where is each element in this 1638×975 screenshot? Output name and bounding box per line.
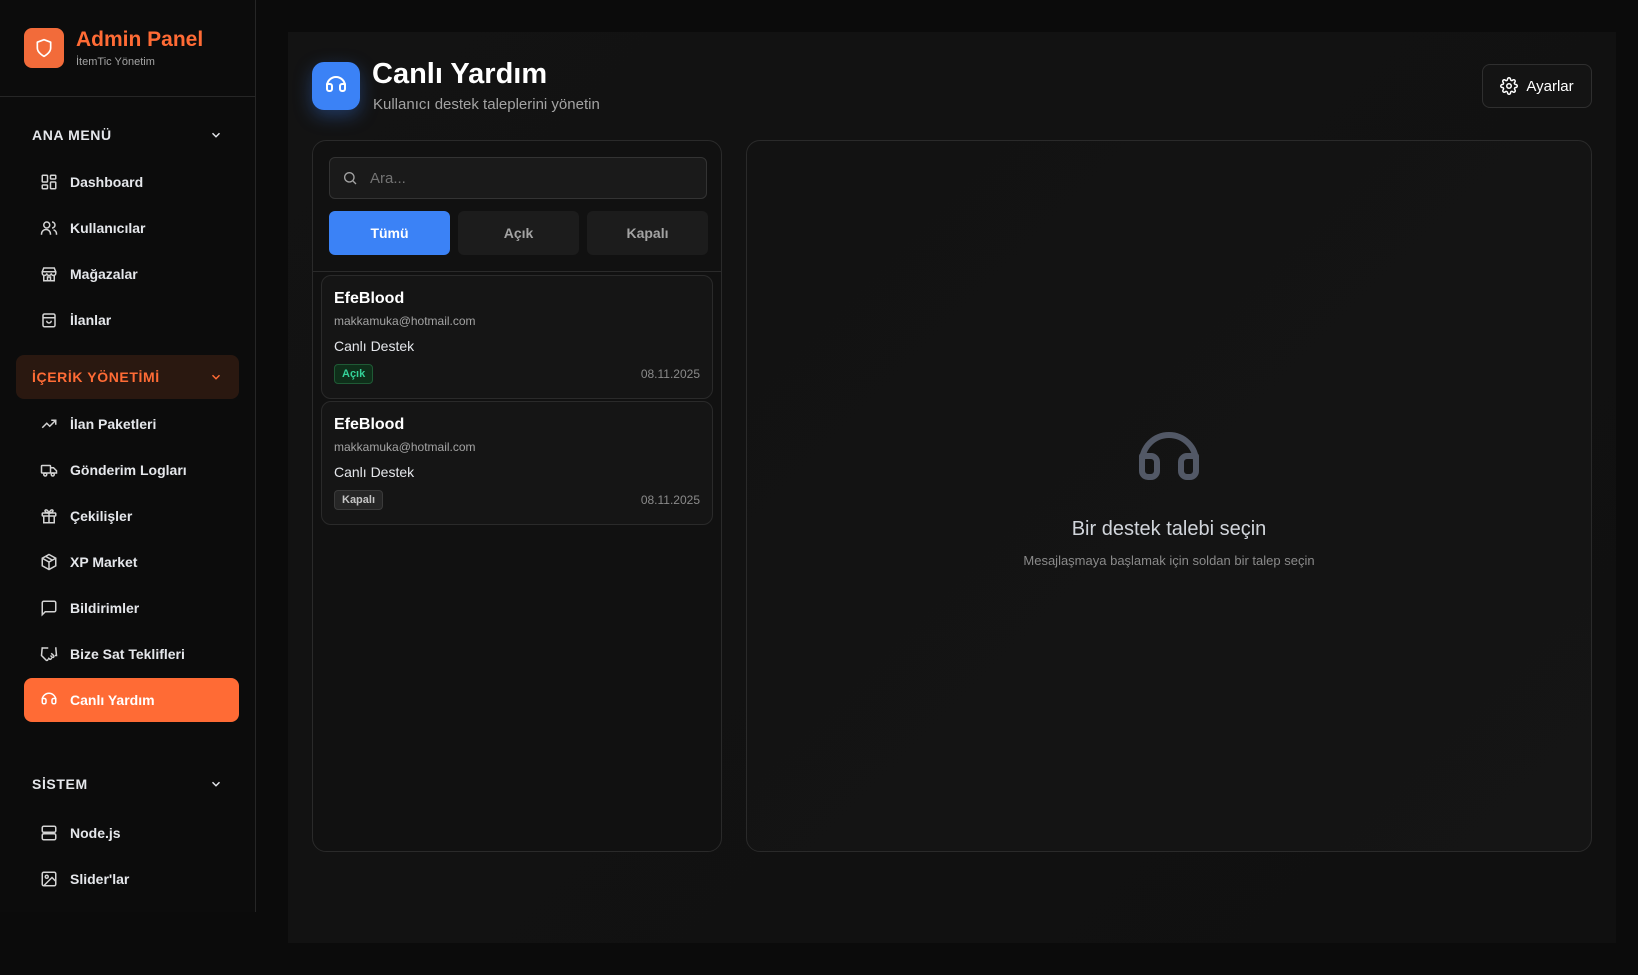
- sidebar-item-canli-yardim[interactable]: Canlı Yardım: [24, 678, 239, 722]
- sidebar-item-sliders[interactable]: Slider'lar: [24, 857, 239, 901]
- sidebar-item-dashboard[interactable]: Dashboard: [24, 160, 239, 204]
- filter-open-button[interactable]: Açık: [458, 211, 579, 255]
- gear-icon: [1500, 77, 1519, 95]
- main-content: Canlı Yardım Kullanıcı destek taleplerin…: [288, 32, 1616, 943]
- server-icon: [41, 825, 57, 841]
- sidebar-item-label: Bildirimler: [70, 600, 140, 616]
- dashboard-icon: [41, 174, 57, 190]
- handshake-icon: [40, 647, 58, 662]
- settings-button-label: Ayarlar: [1526, 77, 1574, 95]
- sidebar-item-label: XP Market: [70, 554, 138, 570]
- sidebar-item-kullanicilar[interactable]: Kullanıcılar: [24, 206, 239, 250]
- ticket-subject: Canlı Destek: [334, 338, 415, 354]
- section-ana-menu[interactable]: ANA MENÜ: [16, 113, 239, 157]
- truck-icon: [40, 464, 58, 477]
- brand-title: Admin Panel: [76, 28, 204, 52]
- sidebar-item-nodejs[interactable]: Node.js: [24, 811, 239, 855]
- sidebar-item-ilan-paketleri[interactable]: İlan Paketleri: [24, 402, 239, 446]
- store-icon: [41, 267, 57, 282]
- sidebar-item-label: Dashboard: [70, 174, 144, 190]
- sidebar-item-label: Çekilişler: [70, 508, 133, 524]
- search-input[interactable]: [370, 169, 690, 187]
- empty-state: Bir destek talebi seçin Mesajlaşmaya baş…: [747, 426, 1591, 568]
- search-box: [329, 157, 707, 199]
- ticket-user-name: EfeBlood: [334, 290, 405, 307]
- ticket-list-panel: Tümü Açık Kapalı EfeBlood makkamuka@hotm…: [312, 140, 722, 852]
- trending-up-icon: [41, 419, 57, 429]
- ticket-detail-panel: Bir destek talebi seçin Mesajlaşmaya baş…: [746, 140, 1592, 852]
- ticket-subject: Canlı Destek: [334, 464, 415, 480]
- status-filters: Tümü Açık Kapalı: [329, 211, 708, 255]
- chevron-down-icon: [211, 374, 221, 380]
- gift-icon: [41, 509, 57, 524]
- sidebar-item-magazalar[interactable]: Mağazalar: [24, 252, 239, 296]
- ticket-card[interactable]: EfeBlood makkamuka@hotmail.com Canlı Des…: [321, 275, 713, 399]
- ticket-user-name: EfeBlood: [334, 416, 405, 433]
- sidebar-item-label: İlanlar: [70, 312, 112, 328]
- section-title: SİSTEM: [32, 776, 88, 792]
- page-title: Canlı Yardım: [372, 58, 548, 90]
- chevron-down-icon: [211, 132, 221, 138]
- settings-button[interactable]: Ayarlar: [1482, 64, 1592, 108]
- filter-closed-button[interactable]: Kapalı: [587, 211, 708, 255]
- filter-all-button[interactable]: Tümü: [329, 211, 450, 255]
- headphones-icon: [41, 692, 57, 705]
- sidebar-item-bildirimler[interactable]: Bildirimler: [24, 586, 239, 630]
- shield-icon: [24, 28, 64, 68]
- ticket-user-email: makkamuka@hotmail.com: [334, 440, 476, 454]
- section-icerik-yonetimi[interactable]: İÇERİK YÖNETİMİ: [16, 355, 239, 399]
- sidebar-item-label: Slider'lar: [70, 871, 130, 887]
- section-title: İÇERİK YÖNETİMİ: [32, 369, 160, 385]
- headphones-icon: [1139, 432, 1199, 480]
- sidebar-item-bize-sat-teklifleri[interactable]: Bize Sat Teklifleri: [24, 632, 239, 676]
- sidebar-item-label: İlan Paketleri: [70, 416, 157, 432]
- sidebar-item-label: Canlı Yardım: [70, 692, 155, 708]
- sidebar: Admin Panel İtemTic Yönetim ANA MENÜ Das…: [0, 0, 256, 912]
- divider: [313, 271, 721, 272]
- ticket-card[interactable]: EfeBlood makkamuka@hotmail.com Canlı Des…: [321, 401, 713, 525]
- sidebar-item-ilanlar[interactable]: İlanlar: [24, 298, 239, 342]
- empty-state-subtitle: Mesajlaşmaya başlamak için soldan bir ta…: [1023, 553, 1315, 568]
- sidebar-item-label: Kullanıcılar: [70, 220, 146, 236]
- sidebar-item-label: Node.js: [70, 825, 121, 841]
- ticket-date: 08.11.2025: [640, 367, 700, 381]
- section-title: ANA MENÜ: [32, 127, 112, 143]
- message-square-icon: [41, 600, 57, 617]
- search-icon: [344, 172, 357, 185]
- brand: Admin Panel İtemTic Yönetim: [0, 0, 255, 97]
- sidebar-item-label: Gönderim Logları: [70, 462, 187, 478]
- brand-subtitle: İtemTic Yönetim: [76, 55, 155, 68]
- image-icon: [41, 871, 57, 887]
- package-icon: [41, 553, 57, 571]
- ticket-user-email: makkamuka@hotmail.com: [334, 314, 476, 328]
- headphones-icon: [312, 62, 360, 110]
- sidebar-item-label: Bize Sat Teklifleri: [70, 646, 185, 662]
- chevron-down-icon: [211, 781, 221, 787]
- users-icon: [40, 221, 58, 235]
- sidebar-item-cekilisler[interactable]: Çekilişler: [24, 494, 239, 538]
- page-subtitle: Kullanıcı destek taleplerini yönetin: [373, 96, 600, 113]
- sidebar-item-gonderim-loglari[interactable]: Gönderim Logları: [24, 448, 239, 492]
- section-sistem[interactable]: SİSTEM: [16, 762, 239, 806]
- sidebar-item-xp-market[interactable]: XP Market: [24, 540, 239, 584]
- shopping-bag-icon: [42, 313, 56, 328]
- status-badge: Açık: [334, 364, 374, 384]
- sidebar-item-label: Mağazalar: [70, 266, 138, 282]
- ticket-date: 08.11.2025: [640, 493, 700, 507]
- status-badge: Kapalı: [334, 490, 384, 510]
- empty-state-title: Bir destek talebi seçin: [1071, 518, 1267, 540]
